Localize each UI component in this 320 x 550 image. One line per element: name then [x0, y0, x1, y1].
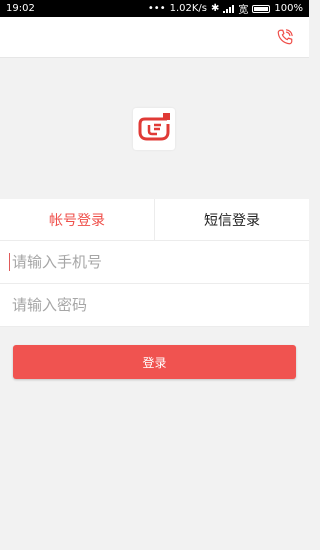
- app-logo-icon: [138, 113, 170, 141]
- phone-input[interactable]: [10, 252, 294, 272]
- login-mode-tabs: 帐号登录 短信登录: [0, 199, 309, 241]
- battery-percent: 100%: [274, 3, 303, 14]
- text-cursor: [9, 253, 10, 271]
- network-speed: 1.02K/s: [169, 3, 208, 14]
- battery-icon: [252, 4, 271, 13]
- password-input[interactable]: [10, 295, 294, 315]
- password-field-row: [0, 284, 309, 327]
- carrier-label: 宽: [238, 5, 249, 16]
- login-form: [0, 241, 309, 327]
- battery-fill: [254, 6, 269, 11]
- app-logo: [133, 108, 175, 150]
- status-dots: •••: [147, 3, 166, 14]
- status-indicators: ••• 1.02K/s ✱ 宽 100%: [148, 1, 303, 16]
- tab-sms-login[interactable]: 短信登录: [155, 199, 309, 240]
- app-header: [0, 17, 309, 58]
- phone-icon: [277, 29, 293, 45]
- customer-service-phone-button[interactable]: [275, 27, 295, 47]
- phone-field-row: [0, 241, 309, 284]
- login-button[interactable]: 登录: [13, 345, 296, 379]
- signal-icon: [223, 4, 235, 13]
- status-time: 19:02: [6, 3, 35, 14]
- status-bar: 19:02 ••• 1.02K/s ✱ 宽 100%: [0, 0, 309, 17]
- bluetooth-icon: ✱: [211, 3, 220, 14]
- tab-account-login[interactable]: 帐号登录: [0, 199, 154, 240]
